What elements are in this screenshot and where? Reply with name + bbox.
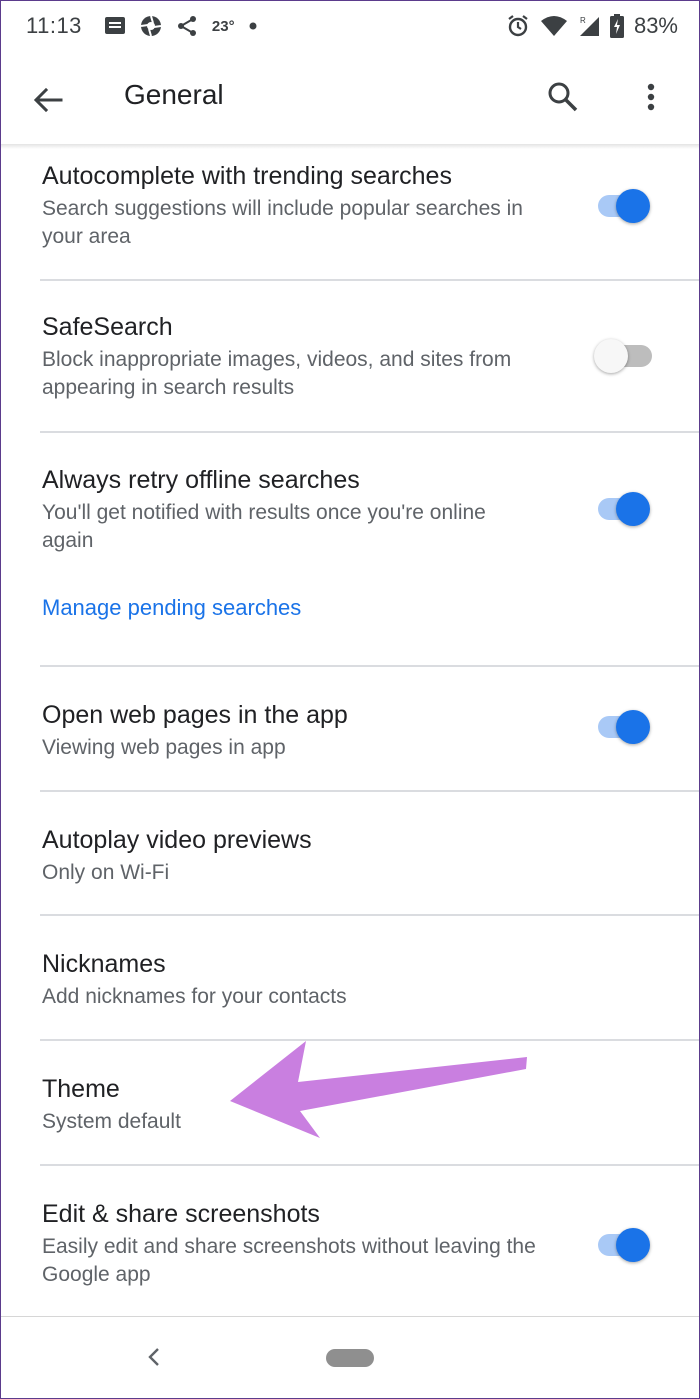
setting-subtitle: Only on Wi-Fi: [42, 861, 170, 884]
autocomplete-toggle[interactable]: [594, 185, 654, 227]
setting-title: Autoplay video previews: [42, 826, 312, 854]
dot-icon: [249, 22, 257, 30]
status-right: R 83%: [506, 13, 678, 39]
nav-home-pill[interactable]: [326, 1349, 374, 1367]
open-web-pages-toggle[interactable]: [594, 706, 654, 748]
more-vert-icon: [647, 83, 655, 111]
setting-open-web-pages[interactable]: Open web pages in the app Viewing web pa…: [0, 667, 700, 792]
alarm-icon: [506, 14, 530, 38]
search-icon: [548, 82, 578, 112]
nav-back-button[interactable]: [140, 1341, 168, 1373]
battery-charging-icon: [609, 14, 624, 38]
setting-subtitle: Easily edit and share screenshots withou…: [42, 1235, 536, 1286]
setting-autocomplete-trending[interactable]: Autocomplete with trending searches Sear…: [0, 149, 700, 281]
setting-subtitle: System default: [42, 1110, 181, 1133]
setting-theme[interactable]: Theme System default: [0, 1041, 700, 1166]
back-button[interactable]: [24, 76, 72, 124]
status-bar: 11:13 23° R 83%: [0, 0, 700, 52]
message-icon: [104, 16, 126, 36]
more-options-button[interactable]: [628, 72, 674, 122]
setting-subtitle: You'll get notified with results once yo…: [42, 501, 486, 552]
back-arrow-icon: [33, 87, 63, 113]
setting-subtitle: Search suggestions will include popular …: [42, 197, 523, 248]
svg-text:R: R: [580, 16, 586, 25]
safesearch-toggle[interactable]: [594, 335, 654, 377]
setting-title: Theme: [42, 1075, 120, 1103]
setting-safesearch[interactable]: SafeSearch Block inappropriate images, v…: [0, 281, 700, 433]
manage-pending-searches-link[interactable]: Manage pending searches: [42, 593, 700, 623]
battery-percent: 83%: [633, 13, 678, 38]
setting-title: Nicknames: [42, 950, 166, 978]
setting-subtitle: Add nicknames for your contacts: [42, 985, 347, 1008]
setting-autoplay-video[interactable]: Autoplay video previews Only on Wi-Fi: [0, 792, 700, 916]
chevron-left-icon: [148, 1348, 159, 1366]
setting-nicknames[interactable]: Nicknames Add nicknames for your contact…: [0, 916, 700, 1041]
camera-aperture-icon: [140, 15, 162, 37]
app-bar: General: [0, 52, 700, 144]
edit-share-screenshots-toggle[interactable]: [594, 1224, 654, 1266]
status-left: 11:13 23°: [26, 13, 257, 39]
wifi-icon: [540, 15, 568, 37]
share-icon: [176, 15, 198, 37]
setting-subtitle: Viewing web pages in app: [42, 736, 286, 759]
setting-subtitle: Block inappropriate images, videos, and …: [42, 348, 512, 399]
setting-edit-share-screenshots[interactable]: Edit & share screenshots Easily edit and…: [0, 1166, 700, 1318]
search-button[interactable]: [538, 72, 588, 122]
signal-icon: R: [578, 15, 600, 37]
page-title: General: [124, 79, 224, 110]
status-time: 11:13: [26, 13, 82, 38]
settings-list: Autocomplete with trending searches Sear…: [0, 149, 700, 1318]
status-temperature: 23°: [211, 17, 235, 35]
setting-retry-offline[interactable]: Always retry offline searches You'll get…: [0, 433, 700, 667]
navigation-bar: [0, 1316, 700, 1399]
retry-offline-toggle[interactable]: [594, 488, 654, 530]
